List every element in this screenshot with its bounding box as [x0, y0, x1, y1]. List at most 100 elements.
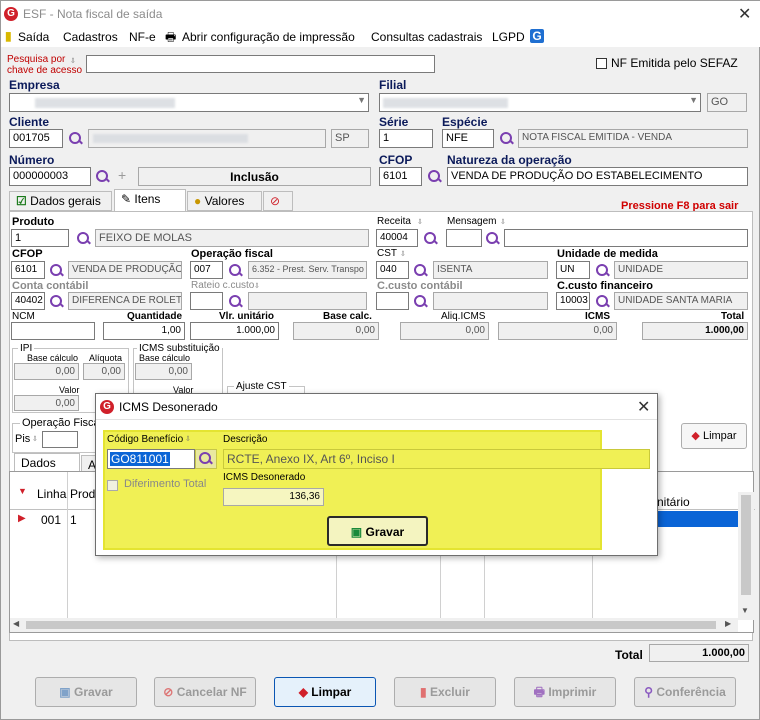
descricao-label: Descrição: [223, 434, 268, 445]
conferencia-button[interactable]: ⚲ Conferência: [634, 677, 736, 707]
menu-consultas[interactable]: Consultas cadastrais: [371, 30, 482, 44]
basecalc-field: 0,00: [293, 322, 379, 340]
qtd-input[interactable]: 1,00: [103, 322, 185, 340]
dialog-gravar-button[interactable]: ▣ Gravar: [327, 516, 428, 546]
nf-sefaz-checkbox[interactable]: [596, 58, 607, 69]
footer-total-label: Total: [615, 648, 643, 662]
cliente-label: Cliente: [9, 115, 50, 129]
search-icon[interactable]: [77, 232, 91, 246]
cst-input[interactable]: 040: [376, 261, 409, 279]
produto-desc-field: FEIXO DE MOLAS: [95, 229, 369, 247]
cliente-name-field: [88, 129, 326, 148]
menu-lgpd[interactable]: LGPD: [492, 30, 525, 44]
vunit-input[interactable]: 1.000,00: [190, 322, 279, 340]
icms-st-base-field: 0,00: [135, 363, 192, 380]
ccfin-input[interactable]: 10003: [556, 292, 590, 310]
sort-arrow-icon: ⇩: [185, 436, 191, 443]
gravar-button[interactable]: ▣ Gravar: [35, 677, 137, 707]
search-icon[interactable]: [596, 295, 610, 309]
grid-col-linha[interactable]: Linha: [37, 487, 66, 501]
eraser-icon: ◆: [298, 685, 308, 699]
rateio-input[interactable]: [190, 292, 223, 310]
cfop-item-input[interactable]: 6101: [11, 261, 45, 279]
cancelar-nf-button[interactable]: ⊘ Cancelar NF: [154, 677, 256, 707]
tab-extra[interactable]: ⊘: [263, 191, 293, 211]
search-label-1: Pesquisa por: [7, 54, 66, 65]
ipi-valor-field: 0,00: [14, 395, 79, 411]
um-input[interactable]: UN: [556, 261, 590, 279]
cliente-code-input[interactable]: 001705: [9, 129, 63, 148]
menu-print-config[interactable]: Abrir configuração de impressão: [182, 30, 355, 44]
tab-valores[interactable]: ● Valores: [187, 191, 262, 211]
codigo-beneficio-input[interactable]: GO811001: [107, 449, 195, 469]
codigo-label: Código Benefício: [107, 434, 184, 445]
search-icon[interactable]: [500, 132, 514, 146]
add-icon[interactable]: +: [118, 167, 126, 183]
subtab-dados-itens[interactable]: Dados itens: [14, 453, 80, 484]
menu-nfe[interactable]: NF-e: [129, 30, 156, 44]
ajuste-label: Ajuste CST: [234, 381, 289, 392]
ncm-input[interactable]: [11, 322, 95, 340]
produto-code-input[interactable]: 1: [11, 229, 69, 247]
rateio-desc: [248, 292, 367, 310]
search-icon[interactable]: [414, 295, 428, 309]
diferimento-checkbox[interactable]: [107, 480, 118, 491]
main-window: G ESF - Nota fiscal de saída ✕ ▮ Saída C…: [0, 0, 760, 720]
cfop-label: CFOP: [379, 153, 413, 167]
search-icon[interactable]: [596, 264, 610, 278]
excluir-button[interactable]: ▮ Excluir: [394, 677, 496, 707]
eraser-icon: ◆: [691, 430, 700, 442]
receita-input[interactable]: 40004: [376, 229, 418, 247]
numero-input[interactable]: 000000003: [9, 167, 91, 186]
horizontal-scrollbar[interactable]: ◀ ▶: [10, 618, 738, 632]
search-icon[interactable]: [486, 232, 500, 246]
limpar-button[interactable]: ◆ Limpar: [274, 677, 376, 707]
serie-input[interactable]: 1: [379, 129, 433, 148]
mensagem-code-input[interactable]: [446, 229, 482, 247]
ccusto-input[interactable]: [376, 292, 409, 310]
access-key-search-input[interactable]: [86, 55, 435, 73]
especie-code-input[interactable]: NFE: [442, 129, 494, 148]
search-icon[interactable]: [229, 264, 243, 278]
sort-arrow-icon: ⇩: [400, 251, 406, 258]
basecalc-label: Base calc.: [323, 311, 372, 322]
search-icon[interactable]: [414, 264, 428, 278]
menu-cadastros[interactable]: Cadastros: [63, 30, 118, 44]
empresa-label: Empresa: [9, 78, 60, 92]
close-icon[interactable]: ✕: [738, 4, 751, 24]
search-icon[interactable]: [424, 232, 438, 246]
stripes-icon: ⊘: [270, 194, 281, 208]
app-logo-icon: G: [100, 400, 114, 414]
pis-input[interactable]: [42, 431, 78, 448]
codigo-search-button[interactable]: [195, 449, 217, 469]
ccusto-desc: [433, 292, 548, 310]
empresa-select[interactable]: ▼: [9, 93, 369, 112]
search-icon[interactable]: [96, 170, 110, 184]
close-icon[interactable]: ✕: [637, 397, 650, 417]
exit-icon: ▮: [5, 29, 12, 43]
opfiscal-input[interactable]: 007: [190, 261, 223, 279]
opfiscal-label: Operação fiscal: [191, 248, 273, 260]
vertical-scrollbar[interactable]: ▼: [738, 492, 754, 620]
sort-arrow-icon: ⇩: [254, 283, 260, 290]
conta-input[interactable]: 40402: [11, 292, 45, 310]
grid-col-unitario[interactable]: nitário: [657, 495, 690, 509]
cfop-input[interactable]: 6101: [379, 167, 422, 186]
tab-dados-gerais[interactable]: ☑ Dados gerais: [9, 191, 112, 211]
numero-label: Número: [9, 153, 55, 167]
search-icon[interactable]: [50, 295, 64, 309]
limpar-small-button[interactable]: ◆ Limpar: [681, 423, 747, 449]
lgpd-logo-icon[interactable]: G: [530, 29, 544, 43]
menu-saida[interactable]: Saída: [18, 30, 49, 44]
sort-arrow-icon: ⇩: [500, 219, 506, 226]
natureza-field[interactable]: VENDA DE PRODUÇÃO DO ESTABELECIMENTO: [447, 167, 748, 186]
search-icon[interactable]: [69, 132, 83, 146]
filial-select[interactable]: ▼: [379, 93, 701, 112]
imprimir-button[interactable]: 🖶 Imprimir: [514, 677, 616, 707]
mensagem-desc-input[interactable]: [504, 229, 748, 247]
search-icon[interactable]: [50, 264, 64, 278]
tab-itens[interactable]: ✎ Itens: [114, 189, 186, 211]
search-icon[interactable]: [428, 170, 442, 184]
ncm-label: NCM: [12, 311, 35, 322]
search-icon[interactable]: [229, 295, 243, 309]
